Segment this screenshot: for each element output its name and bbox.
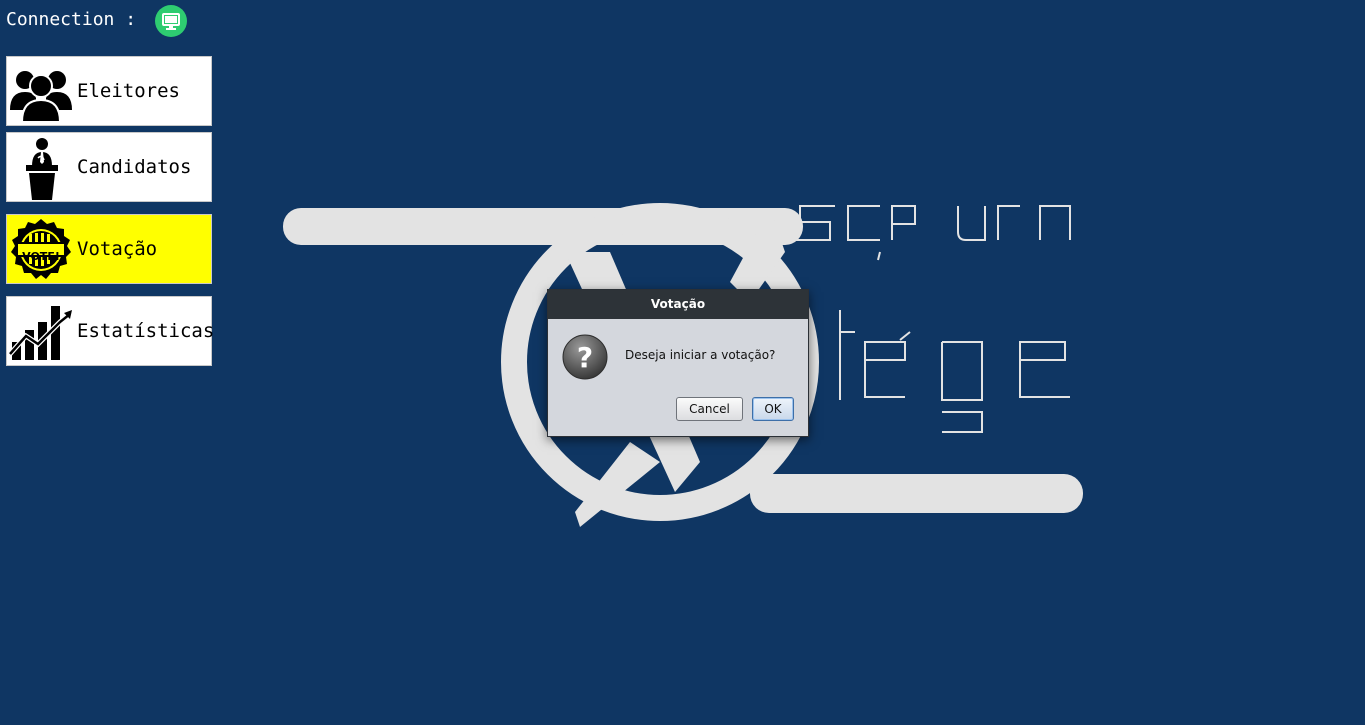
- svg-text:?: ?: [577, 341, 593, 374]
- svg-text:VOTE!: VOTE!: [22, 250, 60, 263]
- dialog-message: Deseja iniciar a votação?: [625, 348, 776, 362]
- votacao-label: Votação: [77, 238, 158, 260]
- candidate-podium-icon: [26, 138, 58, 200]
- candidatos-label: Candidatos: [77, 156, 192, 178]
- monitor-icon: [155, 5, 187, 37]
- voters-group-icon: [10, 71, 72, 123]
- confirm-dialog: Votação ? Deseja iniciar a votação? Canc…: [547, 289, 809, 437]
- cancel-button[interactable]: Cancel: [676, 397, 743, 421]
- estatisticas-label: Estatísticas: [77, 320, 215, 342]
- stats-chart-icon: [8, 306, 72, 360]
- question-icon: ?: [562, 334, 608, 380]
- votacao-button[interactable]: VOTE! Votação: [6, 214, 212, 284]
- dialog-title: Votação: [548, 290, 808, 319]
- candidatos-button[interactable]: Candidatos: [6, 132, 212, 202]
- ok-button[interactable]: OK: [752, 397, 794, 421]
- eleitores-label: Eleitores: [77, 80, 180, 102]
- vote-badge-icon: VOTE!: [11, 219, 71, 279]
- estatisticas-button[interactable]: Estatísticas: [6, 296, 215, 366]
- eleitores-button[interactable]: Eleitores: [6, 56, 212, 126]
- connection-label: Connection :: [6, 9, 137, 30]
- main-window: Connection : Eleitores Candidatos VOTE! …: [0, 0, 1365, 725]
